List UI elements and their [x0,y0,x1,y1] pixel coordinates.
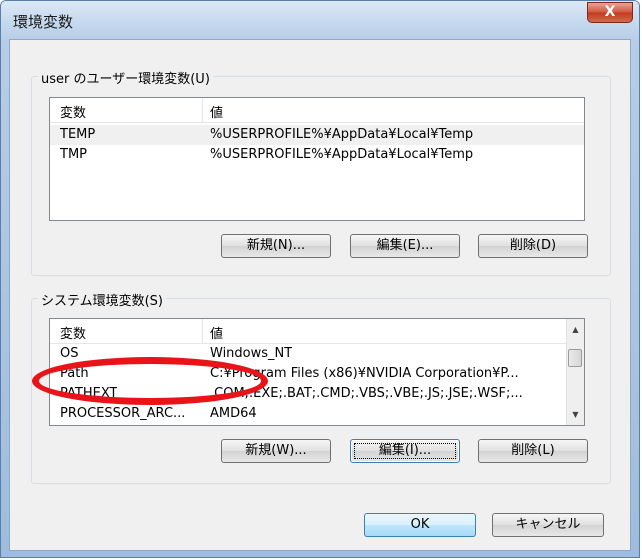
system-variables-group-label: システム環境変数(S) [38,290,167,309]
user-delete-button-label: 削除(D) [509,238,557,253]
variable-value: Windows_NT [210,346,293,361]
focus-ring [354,443,456,459]
variable-value: %USERPROFILE%¥AppData¥Local¥Temp [210,147,474,162]
system-new-button-label: 新規(W)... [245,443,307,458]
dialog-body: user のユーザー環境変数(U) 変数 値 TEMP %USERPROFILE… [9,39,631,551]
cancel-button-label: キャンセル [515,517,581,532]
column-header-variable[interactable]: 変数 [60,102,86,121]
column-divider[interactable] [202,319,203,343]
scroll-down-arrow-icon[interactable]: ▼ [567,406,584,423]
variable-value: AMD64 [210,406,257,421]
ok-button-label: OK [410,517,430,532]
window-title: 環境変数 [13,13,74,31]
close-button[interactable]: X [587,2,633,23]
user-variables-group: user のユーザー環境変数(U) 変数 値 TEMP %USERPROFILE… [31,68,611,276]
system-new-button[interactable]: 新規(W)... [221,439,331,463]
system-delete-button[interactable]: 削除(L) [478,439,588,463]
variable-name: TMP [60,147,87,162]
list-item[interactable]: TEMP %USERPROFILE%¥AppData¥Local¥Temp [50,125,584,145]
user-list-header: 変数 値 [50,98,584,123]
variable-value: .COM;.EXE;.BAT;.CMD;.VBS;.VBE;.JS;.JSE;.… [210,386,523,401]
user-new-button[interactable]: 新規(N)... [221,234,331,258]
cancel-button[interactable]: キャンセル [492,513,604,537]
system-list-header: 変数 値 [50,319,584,344]
system-delete-button-label: 削除(L) [511,443,555,458]
variable-name: PROCESSOR_ARC... [60,406,186,421]
list-item[interactable]: OS Windows_NT [50,344,584,364]
list-item[interactable]: TMP %USERPROFILE%¥AppData¥Local¥Temp [50,145,584,165]
column-header-value[interactable]: 値 [210,323,223,342]
variable-name: TEMP [60,127,96,142]
ok-button[interactable]: OK [364,513,476,537]
variable-value: %USERPROFILE%¥AppData¥Local¥Temp [210,127,474,142]
close-icon: X [604,4,616,20]
vertical-scrollbar[interactable]: ▲ ▼ [566,319,584,425]
list-item[interactable]: PATHEXT .COM;.EXE;.BAT;.CMD;.VBS;.VBE;.J… [50,384,584,404]
variable-name: OS [60,346,79,361]
system-variables-group: システム環境変数(S) 変数 値 OS Windows_NT Path C:¥P… [31,290,611,484]
title-bar[interactable]: 環境変数 X [1,1,639,39]
environment-variables-dialog: 環境変数 X user のユーザー環境変数(U) 変数 値 TEMP %USER… [0,0,640,558]
user-edit-button[interactable]: 編集(E)... [350,234,460,258]
column-header-value[interactable]: 値 [210,102,223,121]
user-edit-button-label: 編集(E)... [376,238,434,253]
variable-name: Path [60,366,89,381]
system-edit-button[interactable]: 編集(I)... [350,439,460,463]
user-variables-list[interactable]: 変数 値 TEMP %USERPROFILE%¥AppData¥Local¥Te… [49,97,585,221]
column-header-variable[interactable]: 変数 [60,323,86,342]
scroll-up-arrow-icon[interactable]: ▲ [567,321,584,338]
user-delete-button[interactable]: 削除(D) [478,234,588,258]
list-item[interactable]: PROCESSOR_ARC... AMD64 [50,404,584,424]
variable-name: PATHEXT [60,386,118,401]
system-variables-list[interactable]: 変数 値 OS Windows_NT Path C:¥Program Files… [49,318,585,426]
column-divider[interactable] [202,98,203,122]
list-item[interactable]: Path C:¥Program Files (x86)¥NVIDIA Corpo… [50,364,584,384]
user-new-button-label: 新規(N)... [246,238,306,253]
scrollbar-thumb[interactable] [568,349,582,367]
variable-value: C:¥Program Files (x86)¥NVIDIA Corporatio… [210,366,519,381]
user-variables-group-label: user のユーザー環境変数(U) [38,68,213,87]
